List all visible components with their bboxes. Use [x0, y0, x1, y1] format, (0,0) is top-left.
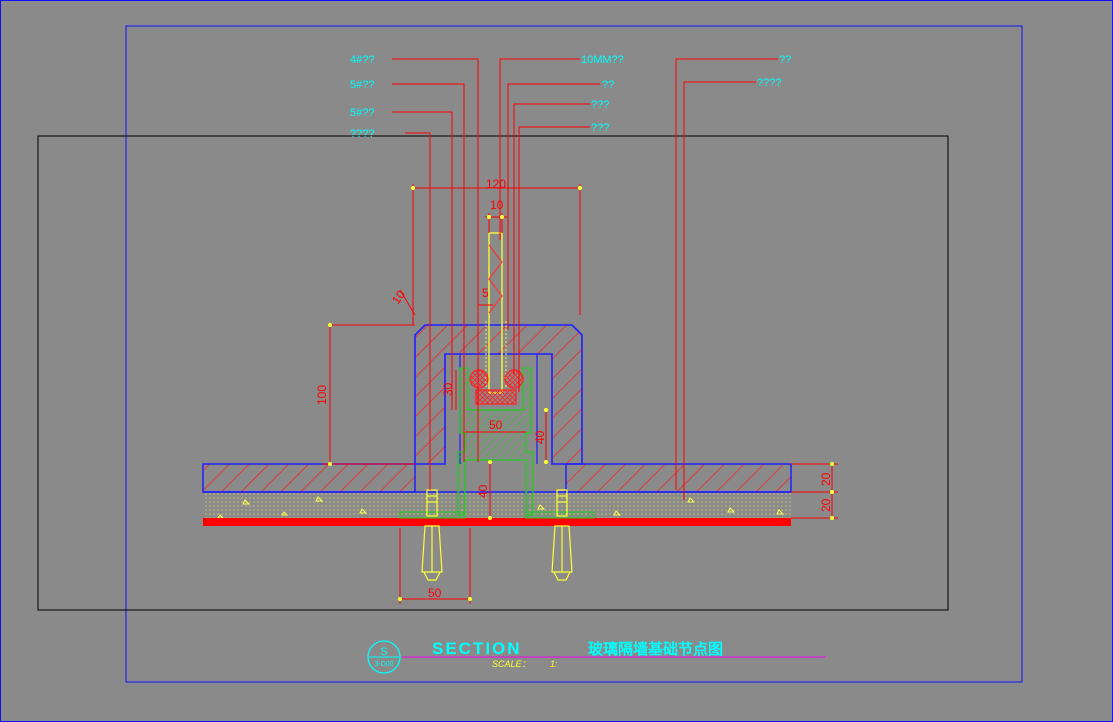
- label-setting-block: ???: [591, 122, 609, 134]
- cad-drawing-canvas: 4#?? 5#?? 5#?? ???? 10MM?? ?? ??? ??? ??…: [0, 0, 1113, 722]
- label-gasket: ??: [602, 79, 614, 91]
- label-sealant: ???: [591, 99, 609, 111]
- scale-label: SCALE：: [492, 659, 531, 669]
- dim-total-width: 120: [486, 177, 506, 191]
- badge-sheet: 3-D00: [374, 661, 393, 668]
- chinese-title: 玻璃隔墙基础节点图: [588, 640, 723, 658]
- section-word: SECTION: [432, 639, 522, 658]
- dim-channel-depth: 40: [533, 430, 547, 444]
- label-5-profile-a: 5#??: [350, 79, 374, 91]
- glass-panel: [483, 232, 508, 394]
- dim-glass-thickness: 10: [490, 198, 504, 212]
- dim-embed-depth: 40: [476, 484, 490, 498]
- dim-channel-width: 50: [489, 418, 503, 432]
- dim-setting-block: 30: [441, 382, 455, 396]
- label-5-profile-b: 5#??: [350, 107, 374, 119]
- screed-layer: [203, 493, 791, 519]
- base-steel-plate: [203, 518, 791, 526]
- dim-layer-bottom: 20: [819, 498, 833, 512]
- leader-labels-left: 4#?? 5#?? 5#?? ????: [350, 54, 374, 140]
- dim-anchor-spacing: 50: [428, 586, 442, 600]
- label-anchor: ????: [350, 128, 374, 140]
- label-finish: ??: [779, 54, 791, 66]
- label-screed: ????: [757, 77, 781, 89]
- floor-slab: [202, 463, 792, 493]
- leader-labels-right: 10MM?? ?? ??? ??? ?? ????: [581, 54, 791, 134]
- title-block: S 3-D00 SECTION 玻璃隔墙基础节点图 SCALE： 1:: [367, 639, 826, 674]
- dim-gap: 5: [482, 286, 489, 300]
- badge-letter: S: [380, 646, 387, 658]
- label-glass-10mm: 10MM??: [581, 54, 624, 66]
- scale-value: 1:: [550, 659, 558, 669]
- dim-height: 100: [315, 385, 329, 405]
- dim-chamfer: 10: [389, 287, 408, 306]
- label-4-profile: 4#??: [350, 54, 374, 66]
- dim-layer-top: 20: [819, 472, 833, 486]
